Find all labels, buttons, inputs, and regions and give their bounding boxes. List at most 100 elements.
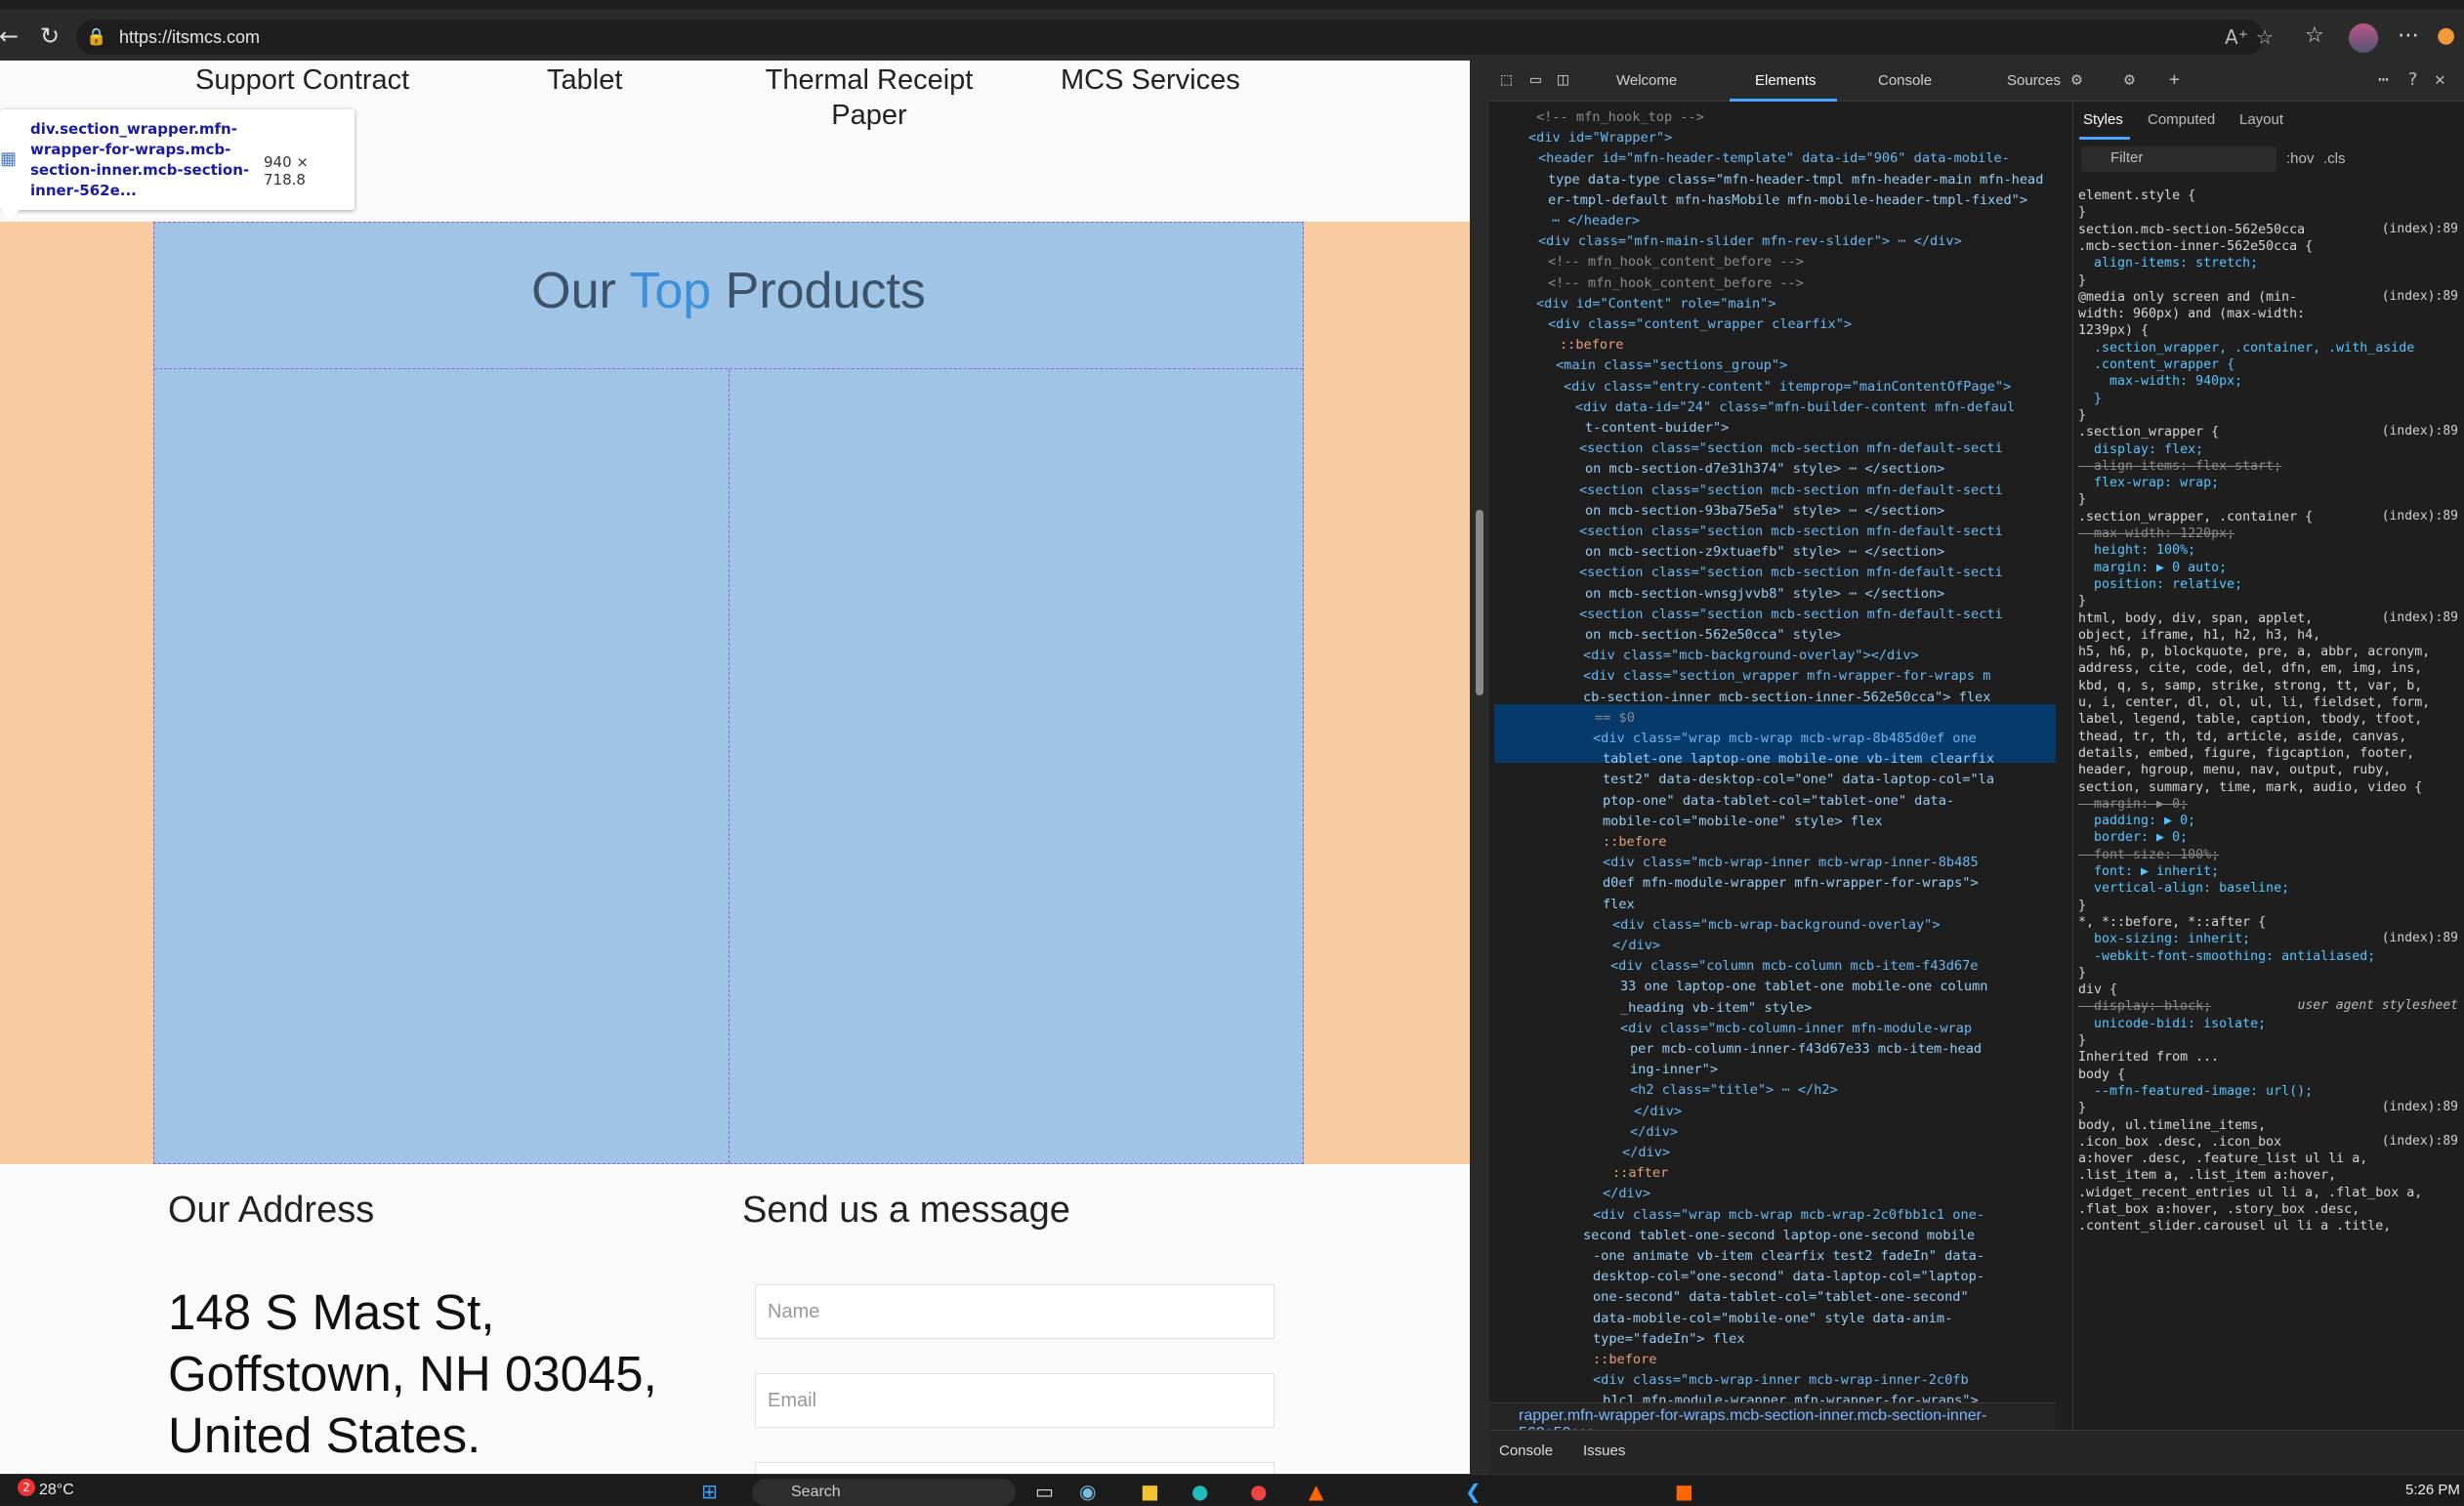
style-line[interactable]: .content_slider.carousel ul li a .title, [2078,1218,2391,1234]
dom-node-line[interactable]: <section class="section mcb-section mfn-… [1579,439,2003,459]
dom-node-line[interactable]: <div class="column mcb-column mcb-item-f… [1610,956,1978,977]
style-line[interactable]: position: relative; [2078,576,2242,593]
dom-node-line[interactable]: <div class="entry-content" itemprop="mai… [1564,377,2011,397]
inspect-icon[interactable]: ⬚ [1501,68,1512,92]
settings-icon[interactable]: ⚙ [2124,68,2135,92]
style-line[interactable]: height: 100%; [2078,542,2195,559]
elements-tree[interactable]: <!-- mfn_hook_top --> <div id="Wrapper"> <… [1489,102,2056,1410]
style-line[interactable]: address, cite, code, del, dfn, em, img, … [2078,660,2422,677]
dom-node-line[interactable]: desktop-col="one-second" data-laptop-col… [1593,1267,1984,1287]
file-explorer-icon[interactable]: ■ [1141,1480,1159,1503]
collections-icon[interactable]: ☆ [2305,21,2324,51]
dom-node-line[interactable]: <div class="mcb-column-inner mfn-module-… [1620,1019,1972,1039]
device-icon[interactable]: ▭ [1530,68,1541,92]
style-line[interactable]: kbd, q, s, samp, strike, strong, tt, var… [2078,678,2422,694]
tab-strip[interactable] [0,0,2464,10]
clock[interactable]: 5:26 PM [2405,1482,2460,1498]
dom-node-line[interactable]: <!-- mfn_hook_content_before --> [1548,252,1804,272]
dom-node-line[interactable]: test2" data-desktop-col="one" data-lapto… [1603,770,1994,790]
style-source-link[interactable]: (index):89 [2382,509,2458,523]
dom-node-line[interactable]: </div> [1634,1102,1682,1122]
dom-node-line[interactable]: ::before [1560,335,1623,356]
dom-node-line[interactable]: </div> [1612,936,1660,956]
style-line[interactable]: border: ▶ 0; [2078,829,2188,846]
style-line[interactable]: .section_wrapper, .container, .with_asid… [2078,340,2414,356]
style-line[interactable]: section, summary, time, mark, audio, vid… [2078,779,2422,796]
style-line[interactable]: thead, tr, th, td, article, aside, canva… [2078,729,2406,745]
dom-node-line[interactable]: one-second" data-tablet-col="tablet-one-… [1593,1287,1969,1308]
breadcrumb[interactable]: rapper.mfn-wrapper-for-wraps.mcb-section… [1489,1402,2056,1442]
style-line[interactable]: max-width: 940px; [2078,373,2242,390]
style-line[interactable]: .icon_box .desc, .icon_box [2078,1134,2281,1150]
dom-node-line[interactable]: </div> [1630,1122,1678,1143]
drawer-tab-issues[interactable]: Issues [1583,1443,1625,1459]
style-line[interactable]: font-size: 100%; [2078,847,2219,863]
copilot-icon[interactable]: ● [2437,21,2455,51]
address-bar[interactable]: 🔒 https://itsmcs.com A⁺ ☆ [76,20,2274,55]
dom-node-line[interactable]: <div id="Content" role="main"> [1536,294,1776,314]
edge-icon[interactable]: ● [1191,1480,1208,1503]
profile-avatar[interactable] [2349,23,2378,53]
style-line[interactable]: } [2078,965,2086,982]
close-devtools-icon[interactable]: ✕ [2435,68,2445,92]
style-line[interactable]: u, i, center, dl, ol, ul, li, fieldset, … [2078,694,2430,711]
style-line[interactable]: Inherited from ... [2078,1049,2219,1066]
taskbar-search[interactable]: Search [752,1479,1016,1506]
dom-node-line[interactable]: on mcb-section-wnsgjvvb8" style> ⋯ </sec… [1585,584,1944,605]
style-line[interactable]: a:hover .desc, .feature_list ul li a, [2078,1150,2367,1167]
url-text[interactable]: https://itsmcs.com [119,25,260,49]
style-line[interactable]: } [2078,491,2086,508]
dom-node-line[interactable]: ⋯ </header> [1552,211,1640,231]
refresh-icon[interactable]: ↻ [35,21,64,51]
dom-node-line[interactable]: type="fadeIn"> flex [1593,1329,1745,1350]
dom-node-line[interactable]: on mcb-section-93ba75e5a" style> ⋯ </sec… [1585,501,1944,522]
lock-icon[interactable]: 🔒 [86,25,109,49]
style-line[interactable]: align-items: flex-start; [2078,458,2281,475]
dom-node-line[interactable]: <div class="mcb-wrap-background-overlay"… [1612,915,1941,936]
style-line[interactable]: } [2078,204,2086,221]
style-source-link[interactable]: (index):89 [2382,222,2458,236]
dom-node-line[interactable]: -one animate vb-item clearfix test2 fade… [1593,1246,1984,1267]
dom-node-line[interactable]: cb-section-inner mcb-section-inner-562e5… [1583,688,1990,708]
dom-node-line[interactable]: <div id="Wrapper"> [1528,128,1672,148]
style-line[interactable]: *, *::before, *::after { [2078,914,2266,931]
page-scrollbar[interactable] [1476,510,1483,695]
vscode-icon[interactable]: ❮ [1465,1480,1482,1503]
nav-thermal-receipt-paper[interactable]: Thermal Receipt Paper [752,63,986,133]
nav-mcs-services[interactable]: MCS Services [1061,63,1240,98]
dom-node-line[interactable]: <section class="section mcb-section mfn-… [1579,481,2003,501]
tab-styles[interactable]: Styles [2083,111,2123,128]
dom-node-line[interactable]: on mcb-section-562e50cca" style> [1585,625,1841,646]
style-source-link[interactable]: (index):89 [2382,610,2458,625]
windows-start-icon[interactable]: ⊞ [701,1480,718,1503]
app-icon-2[interactable]: ■ [1675,1480,1693,1503]
style-line[interactable]: display: block; [2078,998,2211,1015]
style-line[interactable]: } [2078,407,2086,424]
style-line[interactable]: align-items: stretch; [2078,255,2258,272]
style-line[interactable]: .widget_recent_entries ul li a, .flat_bo… [2078,1185,2422,1201]
style-line[interactable]: .list_item a, .list_item a:hover, [2078,1167,2336,1184]
style-line[interactable]: } [2078,593,2086,609]
dom-node-line[interactable]: <div class="mcb-wrap-inner mcb-wrap-inne… [1603,853,1979,873]
dom-node-line[interactable]: <section class="section mcb-section mfn-… [1579,563,2003,583]
cls-toggle[interactable]: .cls [2323,150,2346,167]
style-line[interactable]: .section_wrapper, .container { [2078,509,2313,525]
style-line[interactable]: .content_wrapper { [2078,356,2234,373]
dom-node-line[interactable]: second tablet-one-second laptop-one-seco… [1583,1226,1975,1246]
network-icon[interactable]: ⚙ [2071,68,2082,92]
dom-node-line[interactable]: <section class="section mcb-section mfn-… [1579,522,2003,542]
style-line[interactable]: unicode-bidi: isolate; [2078,1016,2266,1032]
style-line[interactable]: object, iframe, h1, h2, h3, h4, [2078,627,2320,644]
style-line[interactable]: section.mcb-section-562e50cca [2078,222,2305,238]
dom-node-line[interactable]: <!-- mfn_hook_top --> [1536,107,1704,128]
nav-support-contract[interactable]: Support Contract [195,63,409,98]
dom-node-line[interactable]: <!-- mfn_hook_content_before --> [1548,273,1804,294]
style-line[interactable]: display: flex; [2078,441,2203,458]
style-line[interactable]: flex-wrap: wrap; [2078,475,2219,491]
email-field[interactable]: Email [755,1373,1274,1428]
style-line[interactable]: vertical-align: baseline; [2078,880,2289,897]
tab-computed[interactable]: Computed [2148,111,2215,128]
dom-node-line[interactable]: </div> [1603,1184,1650,1204]
dom-node-line[interactable]: <div class="section_wrapper mfn-wrapper-… [1583,666,1990,687]
name-field[interactable]: Name [755,1284,1274,1339]
